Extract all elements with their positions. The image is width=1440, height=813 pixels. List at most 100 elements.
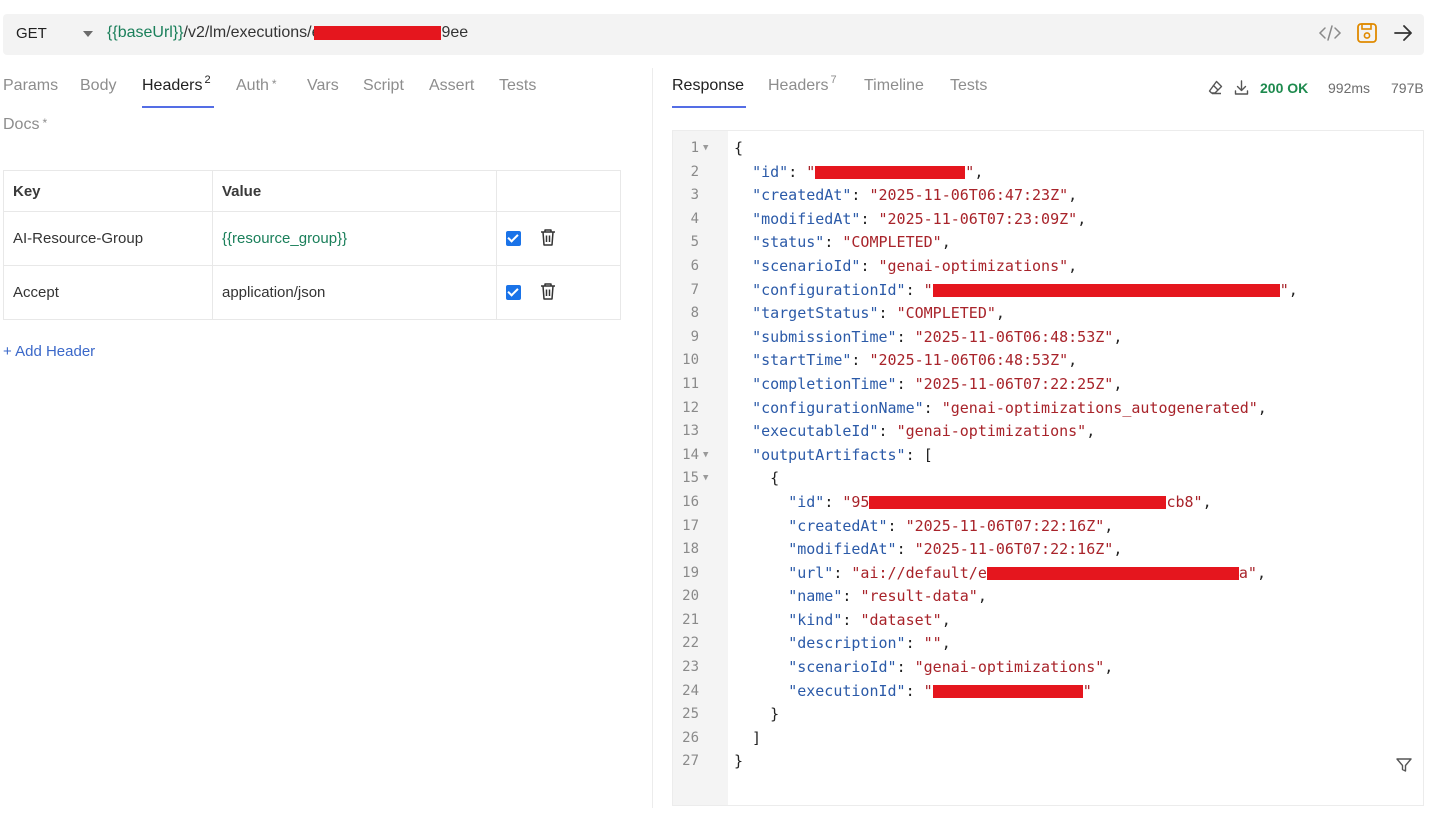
tab-script[interactable]: Script — [363, 77, 404, 95]
fold-toggle-icon[interactable]: ▼ — [703, 467, 708, 491]
header-key-cell[interactable]: Accept — [3, 265, 213, 320]
json-punctuation — [734, 540, 788, 558]
json-string: "COMPLETED" — [842, 233, 942, 252]
json-punctuation — [734, 611, 788, 629]
line-number: 1 — [690, 140, 699, 156]
code-text: ] — [734, 727, 761, 751]
code-text: "executionId": " " — [734, 680, 1092, 704]
json-punctuation: : — [896, 374, 915, 393]
line-number: 12 — [682, 399, 699, 416]
header-value-cell[interactable]: application/json — [212, 265, 497, 320]
json-punctuation: : — [896, 658, 915, 677]
json-punctuation — [734, 210, 752, 228]
line-number: 10 — [682, 352, 699, 369]
line-number: 18 — [682, 541, 699, 558]
json-string: "2025-11-06T07:22:16Z" — [914, 540, 1114, 559]
tab-response-headers[interactable]: Headers 7 — [768, 74, 837, 95]
json-string: "genai-optimizations" — [914, 658, 1105, 677]
line-number: 25 — [682, 706, 699, 723]
trash-icon[interactable] — [539, 227, 557, 251]
line-number: 4 — [690, 210, 699, 227]
line-number: 8 — [690, 305, 699, 322]
tab-headers[interactable]: Headers 2 — [142, 74, 211, 95]
tab-docs-label: Docs — [3, 116, 40, 133]
json-punctuation: , — [1288, 280, 1298, 299]
json-key: "configurationName" — [752, 398, 924, 417]
line-number: 2 — [690, 163, 699, 180]
tab-auth[interactable]: Auth * — [236, 77, 277, 95]
tab-docs-marker: * — [42, 116, 48, 130]
code-line: 21 "kind": "dataset", — [673, 609, 1423, 633]
code-text: "targetStatus": "COMPLETED", — [734, 302, 1005, 326]
line-number: 21 — [682, 611, 699, 628]
filter-icon[interactable] — [1395, 756, 1413, 779]
url-input[interactable]: {{baseUrl}}/v2/lm/executions/e 9ee — [107, 24, 468, 42]
json-punctuation — [734, 328, 752, 346]
json-punctuation — [734, 564, 788, 582]
response-json: 1 ▼{2 "id": " ", 3 "createdAt": "2025-11-06… — [673, 137, 1423, 774]
redaction-mark — [815, 165, 966, 179]
chevron-down-icon[interactable] — [83, 31, 93, 37]
send-arrow-icon[interactable] — [1392, 23, 1414, 43]
trash-icon[interactable] — [539, 281, 557, 305]
header-key-cell[interactable]: AI-Resource-Group — [3, 211, 213, 266]
json-punctuation: : — [851, 351, 870, 370]
json-punctuation: : — [905, 280, 924, 299]
tab-docs[interactable]: Docs * — [3, 116, 47, 134]
json-key: "createdAt" — [788, 516, 888, 535]
code-line: 25 } — [673, 703, 1423, 727]
json-string: "result-data" — [860, 587, 978, 606]
code-line: 26 ] — [673, 727, 1423, 751]
tab-auth-label: Auth — [236, 77, 269, 94]
fold-toggle-icon[interactable]: ▼ — [703, 444, 708, 468]
json-string: "2025-11-06T06:47:23Z" — [869, 186, 1069, 205]
download-icon[interactable] — [1233, 79, 1250, 99]
fold-toggle-icon[interactable]: ▼ — [703, 137, 708, 161]
json-punctuation — [734, 281, 752, 299]
save-icon[interactable] — [1356, 22, 1378, 44]
tab-response[interactable]: Response — [672, 77, 744, 95]
json-string: cb8" — [1166, 492, 1203, 511]
line-number: 15 — [682, 470, 699, 487]
json-punctuation: : — [923, 398, 942, 417]
json-punctuation — [734, 634, 788, 652]
redaction-mark — [932, 283, 1280, 297]
code-line: 17 "createdAt": "2025-11-06T07:22:16Z", — [673, 515, 1423, 539]
line-number: 6 — [690, 257, 699, 274]
pane-divider[interactable] — [652, 68, 653, 808]
json-punctuation — [734, 658, 788, 676]
code-text: "submissionTime": "2025-11-06T06:48:53Z"… — [734, 326, 1122, 350]
tab-response-tests[interactable]: Tests — [950, 77, 987, 95]
code-icon[interactable] — [1318, 23, 1342, 43]
line-number: 14 — [682, 446, 699, 463]
eraser-icon[interactable] — [1207, 79, 1224, 99]
json-key: "name" — [788, 587, 843, 606]
code-text: "status": "COMPLETED", — [734, 231, 951, 255]
json-punctuation: : — [824, 233, 843, 252]
enable-checkbox[interactable] — [506, 285, 521, 300]
tab-tests[interactable]: Tests — [499, 77, 536, 95]
code-text: "description": "", — [734, 632, 951, 656]
json-punctuation: , — [941, 610, 951, 629]
json-punctuation: { — [734, 139, 744, 157]
tab-params[interactable]: Params — [3, 77, 58, 95]
tab-vars[interactable]: Vars — [307, 77, 339, 95]
tab-assert[interactable]: Assert — [429, 77, 474, 95]
method-selector[interactable]: GET — [16, 25, 47, 42]
json-key: "description" — [788, 634, 906, 653]
enable-checkbox[interactable] — [506, 231, 521, 246]
json-punctuation: : — [851, 186, 870, 205]
code-line: 2 "id": " ", — [673, 161, 1423, 185]
json-punctuation: : — [860, 256, 879, 275]
json-string: "2025-11-06T07:22:25Z" — [914, 374, 1114, 393]
add-header-link[interactable]: + Add Header — [3, 343, 95, 360]
json-punctuation: , — [1256, 563, 1266, 582]
code-line: 16 "id": "95 cb8", — [673, 491, 1423, 515]
code-text: "modifiedAt": "2025-11-06T07:22:16Z", — [734, 538, 1122, 562]
tab-body[interactable]: Body — [80, 77, 116, 95]
code-text: "configurationName": "genai-optimization… — [734, 397, 1267, 421]
header-value-cell[interactable]: {{resource_group}} — [212, 211, 497, 266]
response-body-viewer[interactable]: 1 ▼{2 "id": " ", 3 "createdAt": "2025-11-06… — [672, 130, 1424, 806]
tab-timeline[interactable]: Timeline — [864, 77, 924, 95]
header-actions-cell — [496, 265, 621, 320]
